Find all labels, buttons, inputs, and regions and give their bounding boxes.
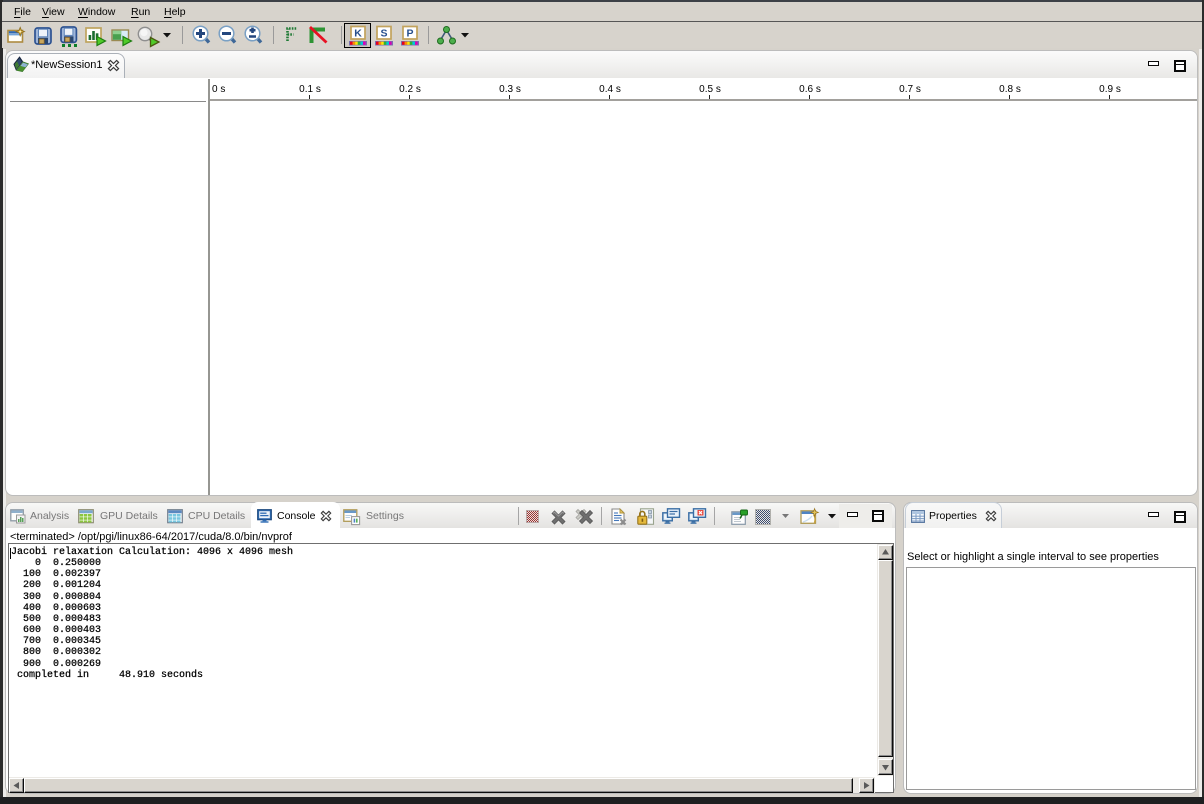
svg-text:S: S: [380, 28, 387, 40]
svg-text:P: P: [406, 28, 413, 40]
svg-text:K: K: [354, 28, 362, 40]
